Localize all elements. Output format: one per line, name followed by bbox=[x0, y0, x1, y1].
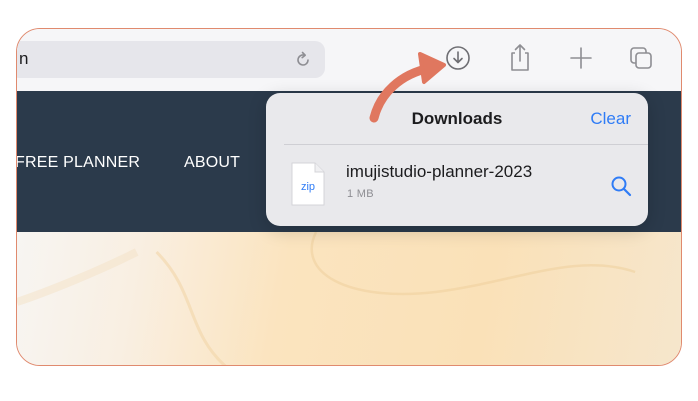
divider bbox=[284, 144, 648, 145]
magnifying-glass-icon[interactable] bbox=[610, 175, 632, 197]
share-icon[interactable] bbox=[507, 42, 533, 72]
new-tab-icon[interactable] bbox=[568, 45, 594, 71]
nav-link-about[interactable]: ABOUT bbox=[184, 154, 240, 172]
annotation-arrow-icon bbox=[369, 52, 446, 123]
file-type-label: zip bbox=[301, 181, 315, 193]
clear-button[interactable]: Clear bbox=[590, 109, 631, 129]
address-bar[interactable]: n bbox=[17, 41, 325, 78]
download-file-name: imujistudio-planner-2023 bbox=[346, 162, 533, 181]
address-text: n bbox=[19, 49, 29, 68]
nav-link-free-planner[interactable]: FREE PLANNER bbox=[17, 154, 140, 172]
hero-watercolor-decoration bbox=[17, 232, 636, 365]
tabs-icon[interactable] bbox=[628, 45, 654, 71]
download-file-size: 1 MB bbox=[347, 188, 374, 200]
reload-icon[interactable] bbox=[293, 50, 313, 70]
browser-toolbar: n bbox=[17, 29, 681, 91]
zip-file-icon: zip bbox=[291, 162, 325, 206]
hero-background bbox=[17, 232, 681, 365]
